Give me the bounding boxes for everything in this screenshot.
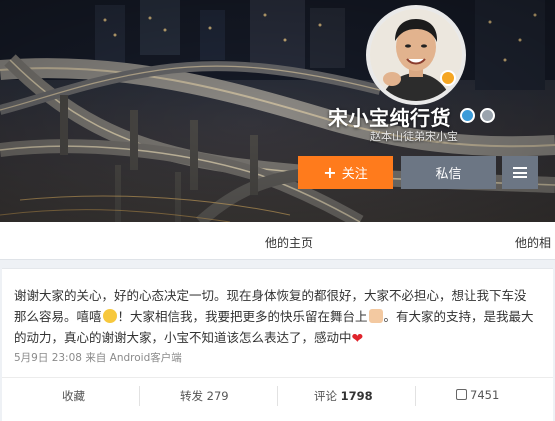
comment-action[interactable]: 评论 1798 (314, 388, 373, 404)
flex-arm-emoji-icon (368, 309, 383, 323)
profile-name: 宋小宝纯行货 (328, 106, 451, 130)
verified-v-badge-icon (440, 70, 456, 86)
tab-homepage[interactable]: 他的主页 (265, 234, 313, 251)
profile-tab-bar: 他的主页 他的相 (0, 222, 555, 260)
follow-button-label: 关注 (341, 167, 368, 182)
action-divider (415, 386, 416, 406)
hamburger-menu-icon (513, 167, 527, 178)
like-count: 7451 (470, 388, 500, 402)
more-menu-button[interactable] (502, 156, 538, 189)
message-button-label: 私信 (435, 167, 462, 182)
post-meta: 5月9日 23:08 来自 Android客户端 (14, 350, 182, 365)
post-text-part-2: ！大家相信我，我要把更多的快乐留在舞台上 (117, 309, 368, 324)
action-divider (139, 386, 140, 406)
message-button[interactable]: 私信 (401, 156, 496, 189)
comment-label: 评论 (314, 389, 337, 403)
tab-albums[interactable]: 他的相 (515, 234, 551, 251)
post-source: 来自 Android客户端 (85, 352, 182, 364)
profile-verified-description: 赵本山徒弟宋小宝 (370, 130, 458, 143)
weibo-profile-screen: 宋小宝纯行货 赵本山徒弟宋小宝 + 关注 私信 他的主页 他的相 谢谢大家的关心… (0, 0, 555, 421)
forward-label: 转发 (180, 389, 203, 403)
post-date[interactable]: 5月9日 23:08 (14, 352, 82, 364)
user-badge-icon[interactable] (480, 108, 495, 123)
member-level-icon[interactable] (460, 108, 475, 123)
post-body-text: 谢谢大家的关心，好的心态决定一切。现在身体恢复的都很好，大家不必担心，想让我下车… (14, 285, 534, 350)
favorite-label: 收藏 (62, 389, 85, 403)
forward-action[interactable]: 转发 279 (180, 388, 229, 404)
follow-button[interactable]: + 关注 (298, 156, 393, 189)
weibo-post-card: 谢谢大家的关心，好的心态决定一切。现在身体恢复的都很好，大家不必担心，想让我下车… (2, 268, 553, 421)
heart-emoji-icon: ❤ (351, 331, 364, 347)
plus-icon: + (323, 163, 337, 182)
profile-avatar[interactable] (366, 5, 466, 105)
favorite-action[interactable]: 收藏 (62, 388, 85, 404)
like-action[interactable]: 7451 (456, 388, 499, 402)
avatar-face-image (370, 9, 462, 101)
grin-emoji-icon (102, 309, 117, 323)
thumbs-up-icon (456, 389, 467, 400)
action-divider (277, 386, 278, 406)
post-action-bar: 收藏 转发 279 评论 1798 7451 (2, 377, 553, 413)
comment-count: 1798 (340, 389, 373, 403)
forward-count: 279 (206, 389, 229, 403)
